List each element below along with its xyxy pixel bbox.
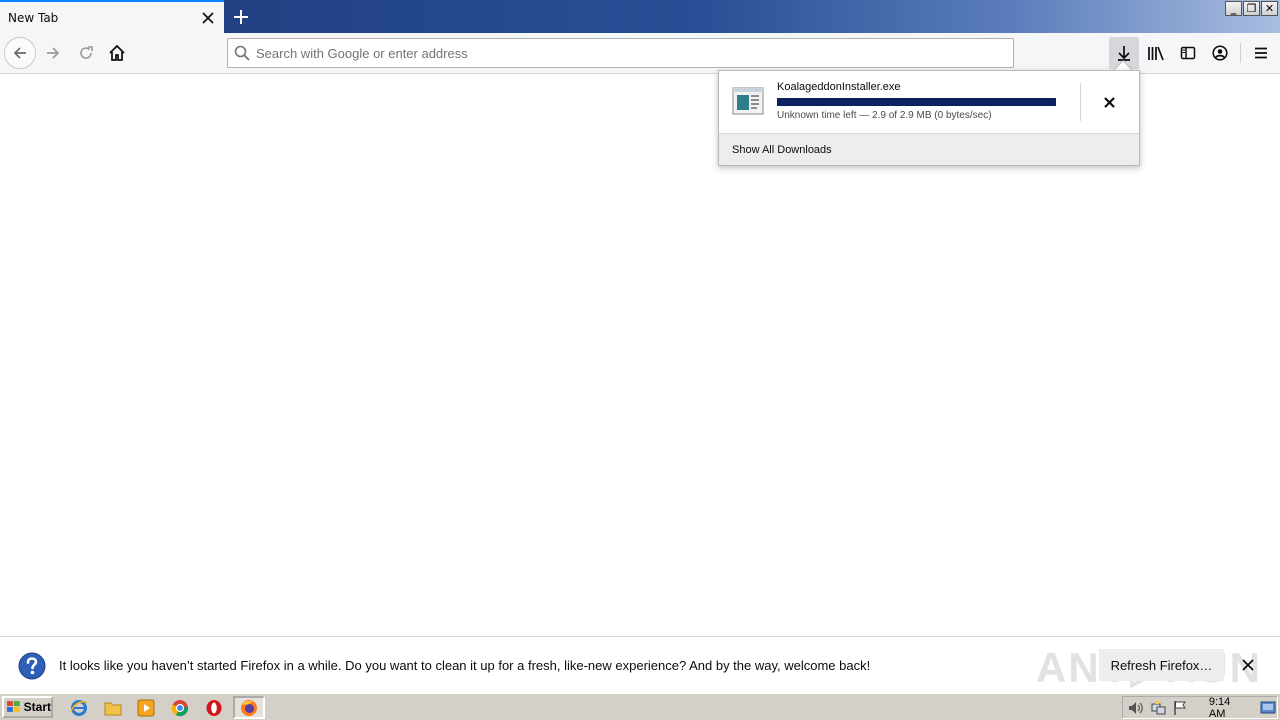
menu-button[interactable] xyxy=(1246,37,1276,69)
firefox-window: New Tab _ ❐ ✕ Search with Google or ente… xyxy=(0,0,1280,720)
account-button[interactable] xyxy=(1205,37,1235,69)
address-bar[interactable] xyxy=(227,38,1014,68)
sidebar-button[interactable] xyxy=(1173,37,1203,69)
tab-new-tab[interactable]: New Tab xyxy=(0,0,224,33)
file-explorer-icon[interactable] xyxy=(103,698,123,718)
taskbar-clock[interactable]: 9:14 AM xyxy=(1209,696,1245,720)
forward-arrow-icon xyxy=(47,47,60,59)
close-window-button[interactable]: ✕ xyxy=(1261,1,1278,16)
home-icon xyxy=(109,44,125,61)
download-progress-bar xyxy=(777,98,1056,106)
reload-button[interactable] xyxy=(70,37,102,69)
internet-explorer-icon[interactable] xyxy=(69,698,89,718)
refresh-firefox-button[interactable]: Refresh Firefox… xyxy=(1099,649,1224,681)
download-filename: KoalageddonInstaller.exe xyxy=(777,81,901,93)
download-status: Unknown time left — 2.9 of 2.9 MB (0 byt… xyxy=(777,110,992,121)
close-notification-button[interactable] xyxy=(1237,654,1259,676)
download-progress-fill xyxy=(778,99,1055,105)
url-input[interactable] xyxy=(256,40,1013,66)
action-center-flag-icon[interactable] xyxy=(1171,699,1189,717)
opera-icon[interactable] xyxy=(204,698,224,718)
search-icon xyxy=(234,45,250,61)
sidebar-icon xyxy=(1180,46,1196,60)
notification-bar: It looks like you haven’t started Firefo… xyxy=(0,636,1280,693)
question-icon xyxy=(18,652,46,680)
close-tab-icon[interactable] xyxy=(198,8,218,28)
back-button[interactable] xyxy=(4,37,36,69)
volume-icon[interactable] xyxy=(1127,699,1145,717)
firefox-icon xyxy=(241,699,257,716)
close-icon xyxy=(1103,96,1115,108)
cancel-download-button[interactable] xyxy=(1094,88,1124,116)
new-tab-button[interactable] xyxy=(228,4,254,30)
minimize-button[interactable]: _ xyxy=(1225,1,1242,16)
windows-taskbar: Start 9:14 AM xyxy=(0,693,1280,720)
start-label: Start xyxy=(23,700,51,714)
tab-title: New Tab xyxy=(8,10,59,25)
taskbar-firefox-button[interactable] xyxy=(233,696,265,719)
download-item-separator xyxy=(1080,83,1081,121)
executable-file-icon xyxy=(732,87,764,115)
start-button[interactable]: Start xyxy=(2,696,53,718)
account-icon xyxy=(1212,45,1228,61)
hamburger-menu-icon xyxy=(1255,47,1267,59)
system-tray: 9:14 AM xyxy=(1122,696,1278,720)
restore-button[interactable]: ❐ xyxy=(1243,1,1260,16)
show-desktop-icon[interactable] xyxy=(1259,699,1277,717)
back-arrow-icon xyxy=(13,47,26,59)
show-all-downloads-button[interactable]: Show All Downloads xyxy=(719,133,1139,165)
chrome-icon[interactable] xyxy=(170,698,190,718)
home-button[interactable] xyxy=(101,37,133,69)
downloads-panel: KoalageddonInstaller.exe Unknown time le… xyxy=(718,70,1140,166)
nav-toolbar xyxy=(0,33,1280,74)
download-arrow-icon xyxy=(1118,46,1130,61)
windows-logo-icon xyxy=(6,701,20,712)
tab-strip: New Tab _ ❐ ✕ xyxy=(0,0,1280,33)
library-icon xyxy=(1148,46,1164,61)
forward-button[interactable] xyxy=(37,37,69,69)
plus-icon xyxy=(234,10,248,24)
media-player-icon[interactable] xyxy=(136,698,156,718)
network-icon[interactable] xyxy=(1149,699,1167,717)
window-controls: _ ❐ ✕ xyxy=(1225,1,1278,16)
toolbar-separator xyxy=(1240,43,1241,63)
reload-icon xyxy=(80,46,93,59)
download-item[interactable]: KoalageddonInstaller.exe Unknown time le… xyxy=(719,71,1139,133)
close-icon xyxy=(1242,659,1254,671)
notification-message: It looks like you haven’t started Firefo… xyxy=(59,658,871,673)
library-button[interactable] xyxy=(1141,37,1171,69)
show-all-downloads-label: Show All Downloads xyxy=(732,143,832,156)
